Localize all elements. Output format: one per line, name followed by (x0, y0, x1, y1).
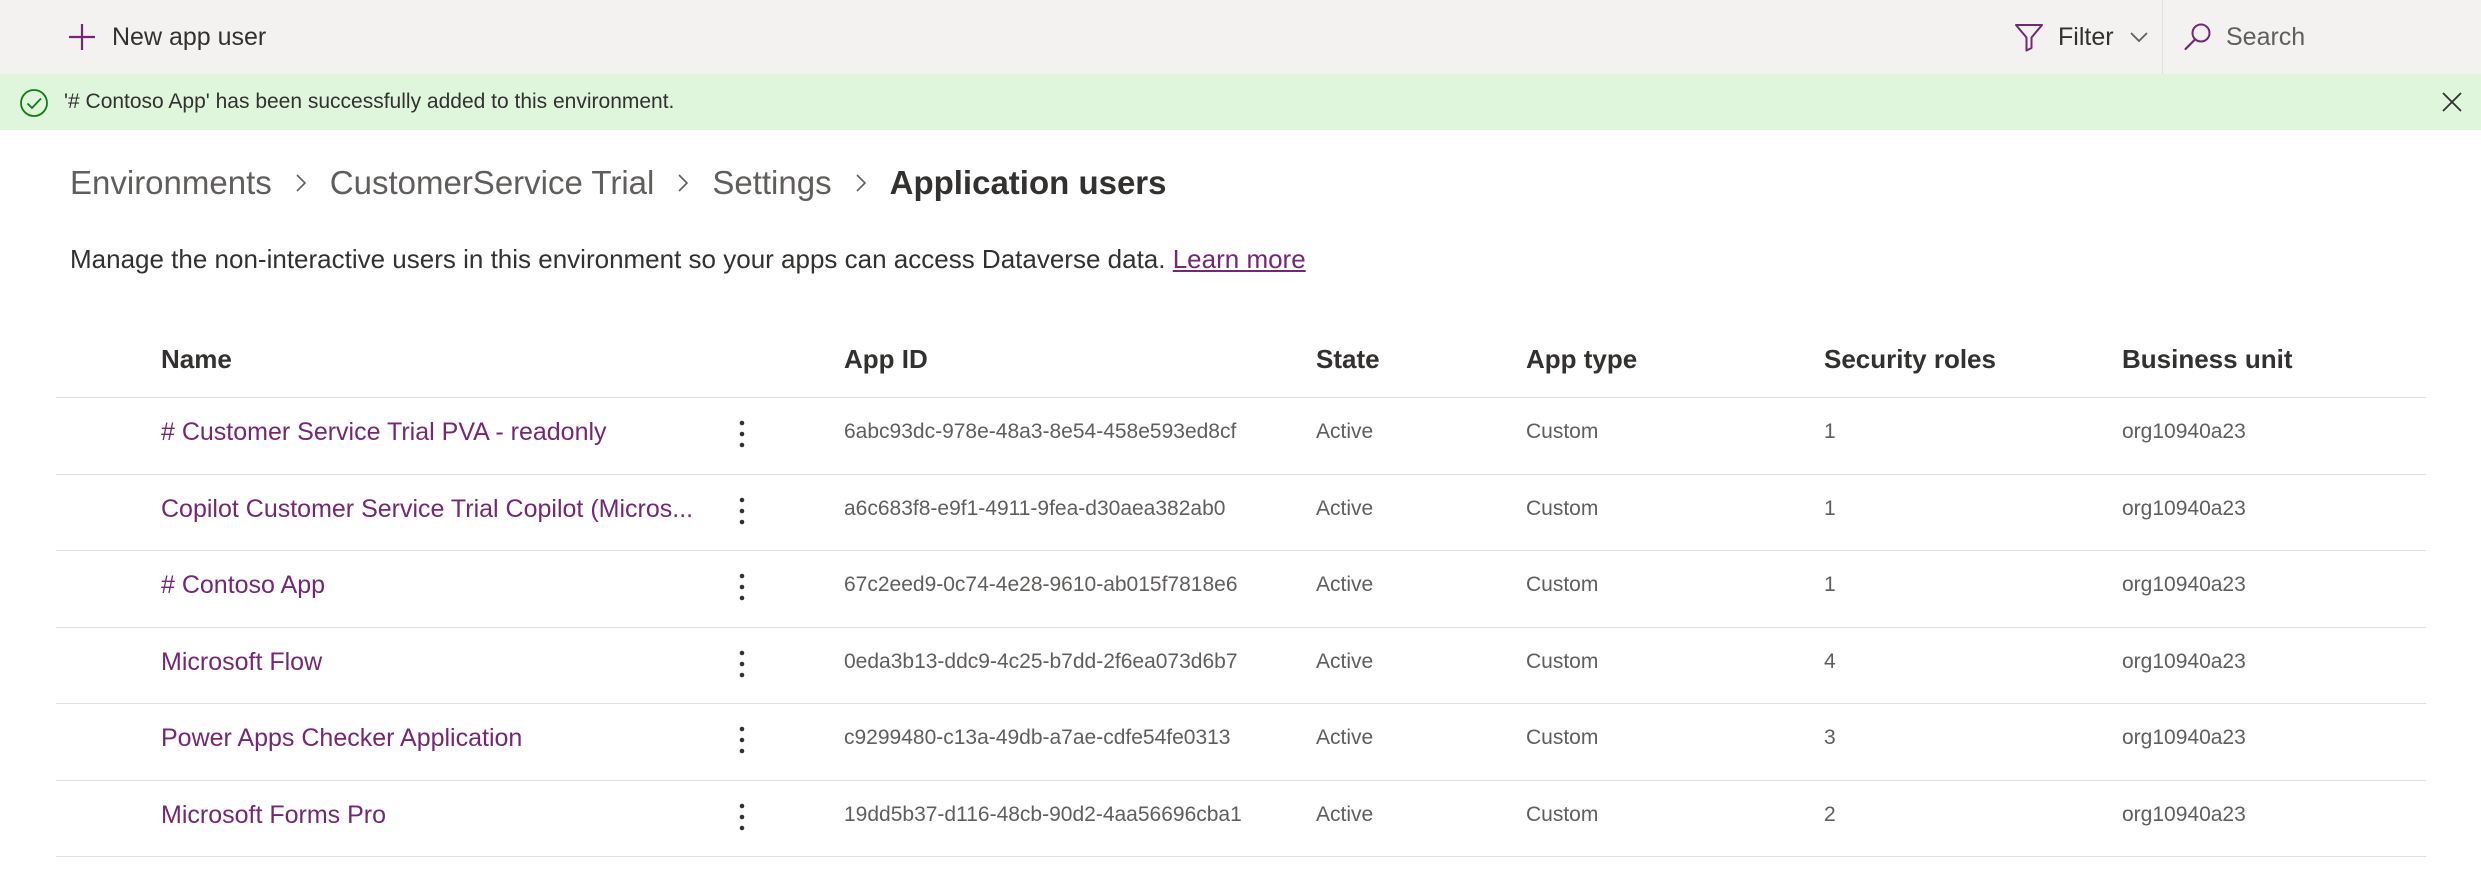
chevron-right-icon (856, 174, 866, 192)
column-header-business-unit[interactable]: Business unit (2122, 344, 2292, 375)
app-users-table: Name App ID State App type Security role… (56, 330, 2426, 857)
row-app-type: Custom (1526, 573, 1599, 596)
search-icon (2184, 23, 2211, 51)
page-description: Manage the non-interactive users in this… (70, 244, 1306, 275)
row-app-type: Custom (1526, 802, 1599, 826)
table-row[interactable]: Copilot Customer Service Trial Copilot (… (56, 475, 2426, 551)
row-business-unit: org10940a23 (2122, 573, 2246, 596)
command-bar: New app user Filter (0, 0, 2481, 74)
chevron-right-icon (678, 174, 689, 192)
more-options-icon[interactable] (732, 493, 752, 529)
row-app-id: 0eda3b13-ddc9-4c25-b7dd-2f6ea073d6b7 (844, 649, 1238, 673)
row-app-id: c9299480-c13a-49db-a7ae-cdfe54fe0313 (844, 726, 1231, 749)
row-name-link[interactable]: # Contoso App (161, 571, 325, 600)
search-input[interactable] (2226, 22, 2456, 52)
table-row[interactable]: # Contoso App 67c2eed9-0c74-4e28-9610-ab… (56, 551, 2426, 628)
message-text: '# Contoso App' has been successfully ad… (64, 90, 675, 113)
row-app-type: Custom (1526, 649, 1599, 673)
column-header-security-roles[interactable]: Security roles (1824, 344, 1996, 375)
row-security-roles: 1 (1824, 420, 1836, 443)
table-row[interactable]: Microsoft Forms Pro 19dd5b37-d116-48cb-9… (56, 781, 2426, 857)
row-app-id: 67c2eed9-0c74-4e28-9610-ab015f7818e6 (844, 573, 1238, 596)
row-business-unit: org10940a23 (2122, 496, 2246, 520)
chevron-right-icon (296, 174, 306, 192)
success-message-bar: '# Contoso App' has been successfully ad… (0, 74, 2481, 130)
row-state: Active (1316, 573, 1374, 596)
row-state: Active (1316, 726, 1374, 749)
breadcrumb-environments[interactable]: Environments (70, 164, 272, 202)
new-app-user-button[interactable]: New app user (66, 14, 266, 60)
row-state: Active (1316, 496, 1374, 520)
filter-button[interactable]: Filter (2012, 14, 2150, 60)
row-state: Active (1316, 802, 1374, 826)
table-header: Name App ID State App type Security role… (56, 330, 2426, 398)
more-options-icon[interactable] (732, 799, 752, 835)
filter-icon (2015, 24, 2043, 52)
row-app-id: a6c683f8-e9f1-4911-9fea-d30aea382ab0 (844, 496, 1226, 520)
page-title: Application users (889, 164, 1167, 201)
chevron-down-icon (2129, 32, 2148, 43)
more-options-icon[interactable] (732, 416, 752, 452)
plus-icon (69, 24, 95, 50)
new-app-user-label: New app user (112, 22, 267, 51)
row-business-unit: org10940a23 (2122, 726, 2246, 749)
column-header-app-type[interactable]: App type (1526, 344, 1637, 375)
more-options-icon[interactable] (732, 569, 752, 605)
row-business-unit: org10940a23 (2122, 802, 2246, 826)
row-name-link[interactable]: # Customer Service Trial PVA - readonly (161, 418, 607, 447)
table-row[interactable]: Microsoft Flow 0eda3b13-ddc9-4c25-b7dd-2… (56, 628, 2426, 704)
learn-more-link[interactable]: Learn more (1173, 244, 1306, 274)
row-state: Active (1316, 649, 1374, 673)
row-security-roles: 3 (1824, 726, 1836, 749)
breadcrumb-environment[interactable]: CustomerService Trial (330, 164, 655, 202)
row-app-type: Custom (1526, 726, 1599, 749)
row-security-roles: 4 (1824, 649, 1836, 673)
column-header-state[interactable]: State (1316, 344, 1380, 375)
description-text: Manage the non-interactive users in this… (70, 244, 1166, 274)
row-security-roles: 1 (1824, 573, 1836, 596)
breadcrumb: Environments CustomerService Trial Setti… (70, 158, 1167, 208)
row-security-roles: 2 (1824, 802, 1836, 826)
row-business-unit: org10940a23 (2122, 649, 2246, 673)
breadcrumb-settings[interactable]: Settings (712, 164, 831, 202)
table-row[interactable]: Power Apps Checker Application c9299480-… (56, 704, 2426, 781)
row-app-id: 6abc93dc-978e-48a3-8e54-458e593ed8cf (844, 420, 1237, 443)
more-options-icon[interactable] (732, 646, 752, 682)
row-name-link[interactable]: Microsoft Forms Pro (161, 801, 386, 830)
row-business-unit: org10940a23 (2122, 420, 2246, 443)
filter-label: Filter (2058, 22, 2114, 51)
command-bar-divider (2162, 0, 2163, 74)
table-row[interactable]: # Customer Service Trial PVA - readonly … (56, 398, 2426, 475)
search-box[interactable] (2182, 14, 2472, 60)
column-header-app-id[interactable]: App ID (844, 344, 928, 375)
check-circle-icon (20, 89, 48, 117)
close-icon[interactable] (2440, 90, 2464, 114)
row-name-link[interactable]: Power Apps Checker Application (161, 724, 522, 753)
row-app-type: Custom (1526, 420, 1599, 443)
row-app-type: Custom (1526, 496, 1599, 520)
row-name-link[interactable]: Microsoft Flow (161, 648, 322, 677)
row-security-roles: 1 (1824, 496, 1836, 520)
row-name-link[interactable]: Copilot Customer Service Trial Copilot (… (161, 495, 693, 524)
row-app-id: 19dd5b37-d116-48cb-90d2-4aa56696cba1 (844, 802, 1242, 826)
more-options-icon[interactable] (732, 722, 752, 758)
row-state: Active (1316, 420, 1374, 443)
column-header-name[interactable]: Name (161, 344, 232, 375)
